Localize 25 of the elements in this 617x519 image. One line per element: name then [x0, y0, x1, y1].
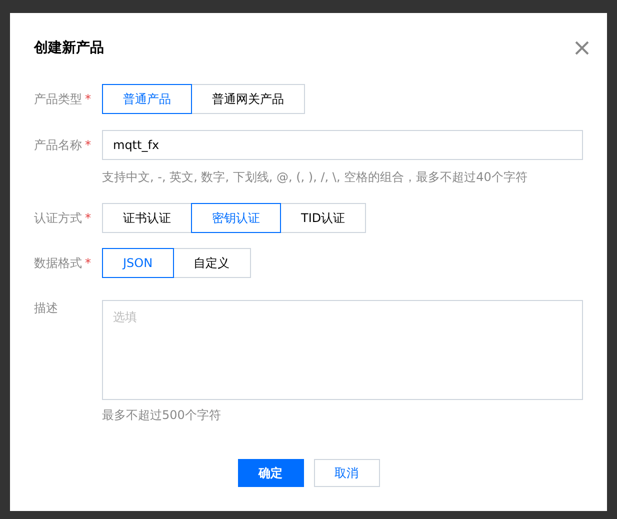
confirm-button[interactable]: 确定	[238, 459, 304, 487]
field-label: 认证方式	[34, 210, 82, 227]
close-icon	[575, 41, 589, 55]
field-label: 产品名称	[34, 137, 82, 154]
segment-option[interactable]: JSON	[102, 248, 174, 278]
hint-text: 支持中文, -, 英文, 数字, 下划线, @, (, ), /, \, 空格的组合，最多不超过40个字符	[102, 169, 528, 186]
segment-option[interactable]: 证书认证	[102, 203, 192, 233]
field-label: 描述	[34, 300, 58, 316]
segment-option[interactable]: 普通网关产品	[191, 84, 305, 114]
close-button[interactable]	[575, 41, 589, 55]
dialog-title: 创建新产品	[34, 38, 104, 58]
required-mark: *	[85, 137, 91, 154]
segment-option[interactable]: 普通产品	[102, 84, 192, 114]
required-mark: *	[85, 255, 91, 272]
field-label: 产品类型	[34, 91, 82, 108]
cancel-button[interactable]: 取消	[314, 459, 380, 487]
required-mark: *	[85, 91, 91, 108]
hint-text: 最多不超过500个字符	[102, 407, 222, 424]
name-input-field[interactable]: mqtt_fx	[102, 130, 583, 160]
segment-option[interactable]: TID认证	[280, 203, 366, 233]
segment-option[interactable]: 密钥认证	[191, 203, 281, 233]
required-mark: *	[85, 210, 91, 227]
segment-option[interactable]: 自定义	[172, 248, 251, 278]
field-label: 数据格式	[34, 255, 82, 272]
description-field[interactable]: 选填	[102, 300, 583, 400]
